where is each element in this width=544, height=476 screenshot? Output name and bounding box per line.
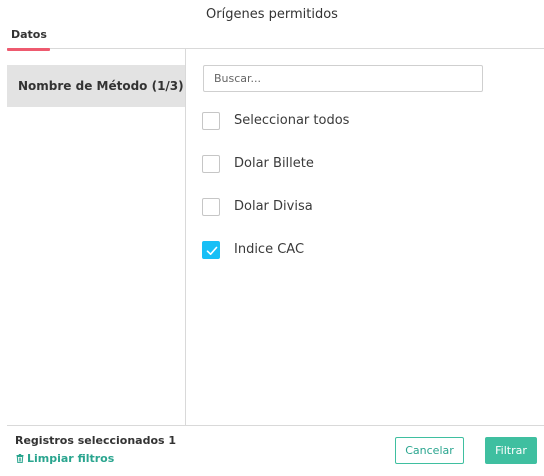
clear-filters-link[interactable]: Limpiar filtros (16, 452, 114, 465)
option-dolar-divisa[interactable]: Dolar Divisa (202, 198, 502, 216)
selected-count: Registros seleccionados 1 (15, 434, 177, 447)
option-label: Seleccionar todos (234, 113, 350, 128)
checkmark-icon (206, 246, 218, 255)
trash-icon (16, 454, 24, 463)
dolar-divisa-checkbox[interactable] (202, 198, 220, 216)
tab-bar: Datos (7, 28, 544, 51)
search-input[interactable] (203, 65, 483, 92)
tab-datos[interactable]: Datos (7, 28, 50, 51)
option-dolar-billete[interactable]: Dolar Billete (202, 155, 502, 173)
filter-button[interactable]: Filtrar (485, 437, 537, 464)
sidebar: Nombre de Método (1/3) (7, 49, 186, 426)
option-select-all[interactable]: Seleccionar todos (202, 112, 502, 130)
tab-datos-label: Datos (11, 28, 47, 41)
sidebar-item-nombre-de-metodo[interactable]: Nombre de Método (1/3) (7, 65, 185, 107)
cancel-button[interactable]: Cancelar (395, 437, 464, 464)
indice-cac-checkbox[interactable] (202, 241, 220, 259)
option-label: Dolar Billete (234, 156, 314, 171)
option-label: Indice CAC (234, 242, 305, 257)
footer-divider (7, 425, 544, 426)
dolar-billete-checkbox[interactable] (202, 155, 220, 173)
select-all-checkbox[interactable] (202, 112, 220, 130)
option-indice-cac[interactable]: Indice CAC (202, 241, 502, 259)
dialog-title: Orígenes permitidos (206, 7, 338, 22)
clear-filters-label: Limpiar filtros (27, 452, 115, 465)
option-label: Dolar Divisa (234, 199, 313, 214)
